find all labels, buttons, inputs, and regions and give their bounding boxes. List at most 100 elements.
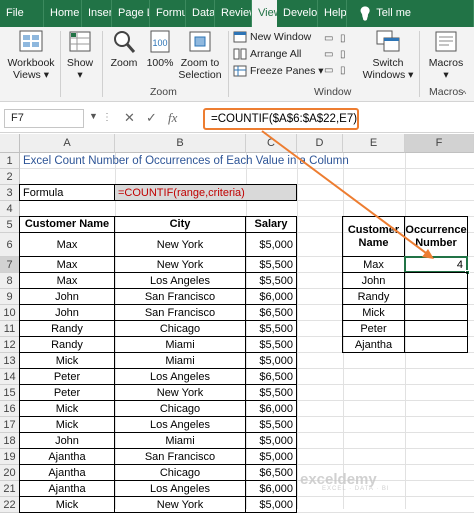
row-header-22[interactable]: 22 [0, 497, 20, 513]
unhide-icon[interactable]: ▭ [324, 65, 333, 76]
view-side-by-side-icon[interactable]: ▯ [340, 33, 346, 44]
tab-tell-me[interactable]: 💡 Tell me [347, 0, 474, 27]
salary-cell[interactable]: $5,000 [245, 232, 297, 257]
tab-home[interactable]: Home [44, 0, 82, 27]
salary-cell[interactable]: $5,500 [245, 416, 297, 433]
customer-name-cell[interactable]: Mick [19, 416, 115, 433]
tab-formul[interactable]: Formul [150, 0, 186, 27]
city-cell[interactable]: New York [114, 256, 246, 273]
arrange-all-button[interactable]: Arrange All [233, 48, 301, 60]
customer-name-cell[interactable]: Max [19, 256, 115, 273]
header-customer-name[interactable]: Customer Name [19, 216, 115, 233]
show-button[interactable]: Show ▾ [64, 29, 96, 81]
salary-cell[interactable]: $6,500 [245, 368, 297, 385]
customer-name-cell[interactable]: Peter [19, 368, 115, 385]
occurrence-name-cell[interactable]: Peter [342, 320, 405, 337]
occurrence-header-number[interactable]: Occurrence Number [404, 216, 468, 257]
occurrence-name-cell[interactable]: Max [342, 256, 405, 273]
tab-develo[interactable]: Develo [277, 0, 318, 27]
row-header-13[interactable]: 13 [0, 353, 20, 369]
workbook-views-button[interactable]: Workbook Views ▾ [4, 29, 58, 81]
city-cell[interactable]: Chicago [114, 320, 246, 337]
row-header-14[interactable]: 14 [0, 369, 20, 385]
row-header-15[interactable]: 15 [0, 385, 20, 401]
row-header-10[interactable]: 10 [0, 305, 20, 321]
city-cell[interactable]: Chicago [114, 464, 246, 481]
column-header-e[interactable]: E [343, 134, 405, 153]
salary-cell[interactable]: $5,000 [245, 448, 297, 465]
tab-insert[interactable]: Insert [82, 0, 112, 27]
salary-cell[interactable]: $5,500 [245, 336, 297, 353]
row-header-8[interactable]: 8 [0, 273, 20, 289]
customer-name-cell[interactable]: Mick [19, 400, 115, 417]
column-header-d[interactable]: D [297, 134, 343, 153]
customer-name-cell[interactable]: John [19, 304, 115, 321]
row-header-16[interactable]: 16 [0, 401, 20, 417]
city-cell[interactable]: Los Angeles [114, 368, 246, 385]
row-header-1[interactable]: 1 [0, 153, 20, 169]
select-all-corner[interactable] [0, 134, 20, 153]
tab-data[interactable]: Data [186, 0, 215, 27]
row-header-7[interactable]: 7 [0, 257, 20, 273]
zoom-100-button[interactable]: 100 100% [144, 29, 176, 69]
salary-cell[interactable]: $5,500 [245, 272, 297, 289]
row-header-5[interactable]: 5 [0, 217, 20, 233]
row-header-19[interactable]: 19 [0, 449, 20, 465]
switch-windows-button[interactable]: Switch Windows ▾ [362, 29, 414, 81]
occurrence-name-cell[interactable]: John [342, 272, 405, 289]
occurrence-count-cell[interactable] [404, 304, 468, 321]
salary-cell[interactable]: $5,500 [245, 384, 297, 401]
zoom-button[interactable]: Zoom [106, 29, 142, 69]
city-cell[interactable]: Los Angeles [114, 480, 246, 497]
active-cell-f7[interactable]: 4 [404, 256, 468, 273]
row-header-12[interactable]: 12 [0, 337, 20, 353]
tab-help[interactable]: Help [318, 0, 347, 27]
row-header-6[interactable]: 6 [0, 233, 20, 257]
customer-name-cell[interactable]: Peter [19, 384, 115, 401]
row-header-9[interactable]: 9 [0, 289, 20, 305]
occurrence-count-cell[interactable] [404, 320, 468, 337]
customer-name-cell[interactable]: Max [19, 272, 115, 289]
customer-name-cell[interactable]: Max [19, 232, 115, 257]
city-cell[interactable]: San Francisco [114, 288, 246, 305]
synchronous-scrolling-icon[interactable]: ▯ [340, 49, 346, 60]
split-icon[interactable]: ▭ [324, 33, 333, 44]
occurrence-count-cell[interactable] [404, 272, 468, 289]
name-box[interactable]: F7 [4, 109, 84, 128]
occurrence-name-cell[interactable]: Mick [342, 304, 405, 321]
zoom-to-selection-button[interactable]: Zoom to Selection [176, 29, 224, 81]
salary-cell[interactable]: $5,000 [245, 352, 297, 369]
reset-window-position-icon[interactable]: ▯ [340, 65, 346, 76]
city-cell[interactable]: San Francisco [114, 304, 246, 321]
row-header-20[interactable]: 20 [0, 465, 20, 481]
customer-name-cell[interactable]: Ajantha [19, 480, 115, 497]
freeze-panes-button[interactable]: Freeze Panes ▾ [233, 65, 324, 77]
salary-cell[interactable]: $6,000 [245, 288, 297, 305]
new-window-button[interactable]: New Window [233, 31, 311, 43]
insert-function-icon[interactable]: fx [168, 110, 177, 126]
customer-name-cell[interactable]: Randy [19, 336, 115, 353]
column-header-a[interactable]: A [20, 134, 115, 153]
tab-file[interactable]: File [0, 0, 44, 27]
city-cell[interactable]: Miami [114, 432, 246, 449]
header-city[interactable]: City [114, 216, 246, 233]
customer-name-cell[interactable]: Mick [19, 496, 115, 513]
hide-icon[interactable]: ▭ [324, 49, 333, 60]
column-header-b[interactable]: B [115, 134, 246, 153]
salary-cell[interactable]: $6,000 [245, 400, 297, 417]
row-header-21[interactable]: 21 [0, 481, 20, 497]
city-cell[interactable]: New York [114, 384, 246, 401]
collapse-ribbon-icon[interactable]: ^ [462, 89, 466, 99]
salary-cell[interactable]: $5,500 [245, 256, 297, 273]
salary-cell[interactable]: $6,500 [245, 304, 297, 321]
city-cell[interactable]: Los Angeles [114, 416, 246, 433]
tab-view[interactable]: View [252, 0, 277, 27]
row-header-17[interactable]: 17 [0, 417, 20, 433]
city-cell[interactable]: New York [114, 232, 246, 257]
salary-cell[interactable]: $5,000 [245, 496, 297, 513]
row-header-18[interactable]: 18 [0, 433, 20, 449]
macros-button[interactable]: Macros ▾ [424, 29, 468, 81]
cancel-icon[interactable]: ✕ [124, 110, 135, 126]
column-header-c[interactable]: C [246, 134, 297, 153]
customer-name-cell[interactable]: John [19, 432, 115, 449]
